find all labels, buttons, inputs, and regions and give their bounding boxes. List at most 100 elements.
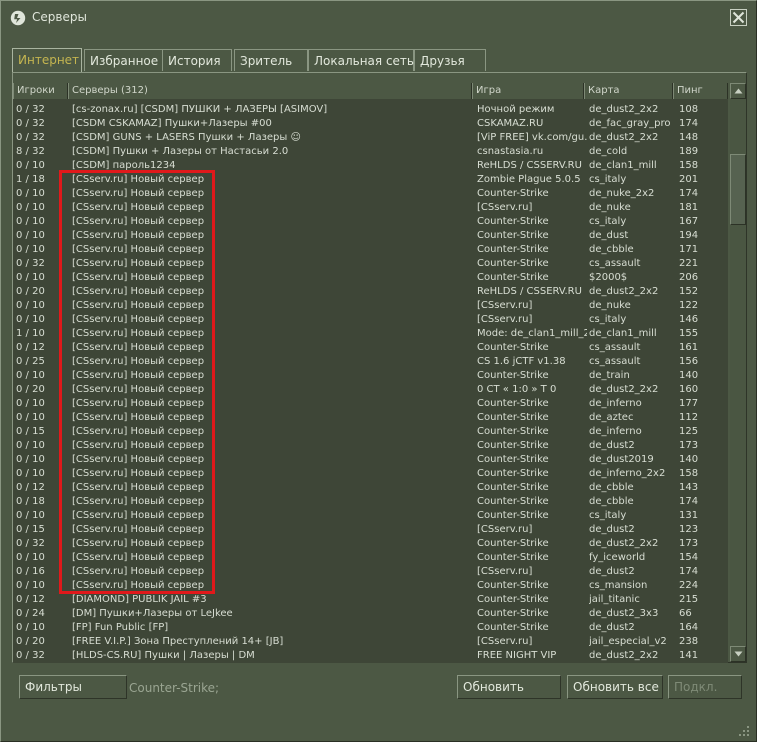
server-map: $2000$ xyxy=(589,272,628,283)
server-map: cs_assault xyxy=(589,342,641,353)
server-game: Counter-Strike xyxy=(477,230,549,241)
server-ping: 131 xyxy=(679,510,699,521)
server-ping: 123 xyxy=(679,524,699,535)
server-game: Counter-Strike xyxy=(477,552,549,563)
server-game: Counter-Strike xyxy=(477,272,549,283)
server-map: cs_italy xyxy=(589,216,627,227)
table-row[interactable]: 0 / 20 [FREE V.I.P.] Зона Преступлений 14… xyxy=(13,634,728,648)
server-ping: 189 xyxy=(679,146,699,157)
server-game: [CSserv.ru] xyxy=(477,566,533,577)
refresh-button[interactable]: Обновить xyxy=(457,675,561,699)
server-game: CSKAMAZ.RU xyxy=(477,118,544,129)
server-players: 0 / 20 xyxy=(16,636,45,647)
server-game: Counter-Strike xyxy=(477,398,549,409)
tab-internet[interactable]: Интернет xyxy=(12,48,82,72)
server-game: Counter-Strike xyxy=(477,468,549,479)
server-game: Counter-Strike xyxy=(477,370,549,381)
column-header-map[interactable]: Карта xyxy=(584,83,673,99)
server-ping: 171 xyxy=(679,244,699,255)
server-map: cs_italy xyxy=(589,174,627,185)
server-map: cs_mansion xyxy=(589,580,648,591)
server-game: Zombie Plague 5.0.5 xyxy=(477,174,581,185)
server-map: cs_assault xyxy=(589,258,641,269)
scroll-up-button[interactable] xyxy=(730,83,746,99)
server-game: Counter-Strike xyxy=(477,440,549,451)
server-game: Counter-Strike xyxy=(477,412,549,423)
column-header-ping[interactable]: Пинг xyxy=(673,83,728,99)
server-map: jail_titanic xyxy=(589,594,640,605)
server-ping: 221 xyxy=(679,258,699,269)
tab-friends[interactable]: Друзья xyxy=(414,49,486,71)
server-ping: 167 xyxy=(679,216,699,227)
server-map: de_dust2_2x2 xyxy=(589,286,659,297)
server-map: de_dust xyxy=(589,230,629,241)
server-players: 0 / 32 xyxy=(16,118,45,129)
server-game: Counter-Strike xyxy=(477,622,549,633)
server-map: de_cbble xyxy=(589,482,634,493)
server-game: Counter-Strike xyxy=(477,454,549,465)
table-row[interactable]: 8 / 32 [CSDM] Пушки + Лазеры от Настасьи … xyxy=(13,144,728,158)
server-ping: 158 xyxy=(679,160,699,171)
server-ping: 215 xyxy=(679,594,699,605)
resize-grip-icon[interactable] xyxy=(738,725,750,737)
server-ping: 238 xyxy=(679,636,699,647)
server-name: [DIAMOND] PUBLIK JAIL #3 xyxy=(72,594,207,605)
column-header-servers[interactable]: Серверы (312) xyxy=(68,83,472,99)
server-game: Counter-Strike xyxy=(477,482,549,493)
title-bar[interactable]: Серверы xyxy=(1,1,756,35)
column-header-players[interactable]: Игроки xyxy=(13,83,68,99)
table-row[interactable]: 0 / 32 [cs-zonax.ru] [CSDM] ПУШКИ + ЛАЗЕР… xyxy=(13,102,728,116)
server-ping: 174 xyxy=(679,118,699,129)
scroll-down-button[interactable] xyxy=(730,646,746,662)
vertical-scrollbar[interactable] xyxy=(730,83,746,662)
server-ping: 154 xyxy=(679,552,699,563)
server-ping: 206 xyxy=(679,272,699,283)
server-ping: 161 xyxy=(679,342,699,353)
server-ping: 155 xyxy=(679,328,699,339)
server-map: de_cold xyxy=(589,146,628,157)
server-players: 8 / 32 xyxy=(16,146,45,157)
tab-favorites[interactable]: Избранное xyxy=(84,49,164,71)
tab-history[interactable]: История xyxy=(162,49,232,71)
table-row[interactable]: 0 / 32 [HLDS-CS.RU] Пушки | Лазеры | DM FR… xyxy=(13,648,728,662)
server-game: [ViP FREE] vk.com/gu... xyxy=(477,132,587,143)
steam-logo-icon xyxy=(10,10,26,26)
server-ping: 143 xyxy=(679,482,699,493)
servers-window: Серверы Интернет Избранное История Зрите… xyxy=(0,0,757,742)
refresh-all-button[interactable]: Обновить все xyxy=(567,675,663,699)
server-ping: 156 xyxy=(679,356,699,367)
server-map: cs_italy xyxy=(589,314,627,325)
server-players: 0 / 12 xyxy=(16,594,45,605)
column-header-game[interactable]: Игра xyxy=(472,83,584,99)
close-button[interactable] xyxy=(730,9,747,26)
server-ping: 174 xyxy=(679,496,699,507)
server-ping: 66 xyxy=(679,608,692,619)
server-game: Counter-Strike xyxy=(477,594,549,605)
server-ping: 174 xyxy=(679,566,699,577)
server-map: fy_iceworld xyxy=(589,552,646,563)
server-players: 0 / 10 xyxy=(16,622,45,633)
server-name: [DM] Пушки+Лазеры от LeJkee xyxy=(72,608,233,619)
server-ping: 108 xyxy=(679,104,699,115)
server-ping: 125 xyxy=(679,426,699,437)
table-row[interactable]: 0 / 32 [CSDM] GUNS + LASERS Пушки + Лазер… xyxy=(13,130,728,144)
server-ping: 174 xyxy=(679,188,699,199)
server-ping: 201 xyxy=(679,174,699,185)
table-row[interactable]: 0 / 10 [FP] Fun Public [FP] Counter-Strike… xyxy=(13,620,728,634)
table-row[interactable]: 0 / 12 [DIAMOND] PUBLIK JAIL #3 Counter-St… xyxy=(13,592,728,606)
tab-spectate[interactable]: Зритель xyxy=(234,49,308,71)
server-name: [CSDM] GUNS + LASERS Пушки + Лазеры ☺ xyxy=(72,132,301,143)
table-row[interactable]: 0 / 24 [DM] Пушки+Лазеры от LeJkee Counter… xyxy=(13,606,728,620)
filter-description: Counter-Strike; xyxy=(129,681,220,695)
table-row[interactable]: 0 / 32 [CSDM CSKAMAZ] Пушки+Лазеры #00 CSK… xyxy=(13,116,728,130)
server-players: 0 / 32 xyxy=(16,132,45,143)
connect-button[interactable]: Подкл. xyxy=(668,675,742,699)
server-map: de_dust2_2x2 xyxy=(589,538,659,549)
server-name: [CSDM] Пушки + Лазеры от Настасьи 2.0 xyxy=(72,146,289,157)
filters-button[interactable]: Фильтры xyxy=(19,675,127,699)
scroll-thumb[interactable] xyxy=(730,154,746,225)
server-ping: 164 xyxy=(679,622,699,633)
server-map: de_nuke xyxy=(589,300,631,311)
server-map: de_dust2 xyxy=(589,524,635,535)
tab-lan[interactable]: Локальная сеть xyxy=(308,49,414,71)
